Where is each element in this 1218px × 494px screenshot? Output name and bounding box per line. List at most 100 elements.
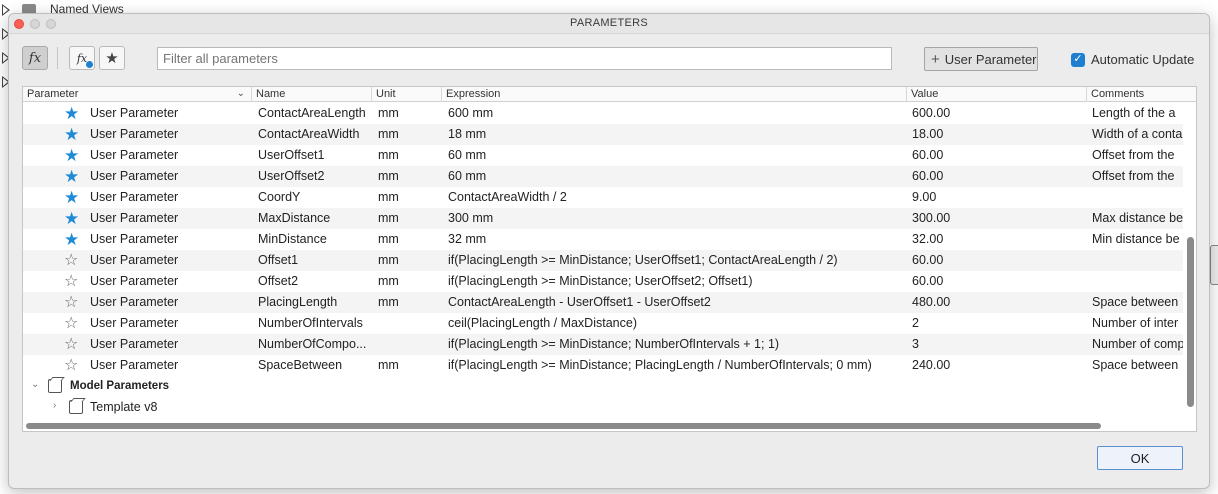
expression-cell[interactable]: if(PlacingLength >= MinDistance; NumberO… — [448, 334, 908, 355]
star-outline-icon[interactable]: ☆ — [64, 357, 78, 374]
vertical-scrollbar[interactable] — [1187, 237, 1194, 407]
unit-cell[interactable]: mm — [378, 103, 438, 124]
unit-cell[interactable]: mm — [378, 355, 438, 376]
table-row[interactable]: ☆ User Parameter NumberOfCompo... if(Placin… — [23, 334, 1183, 355]
column-header-unit[interactable]: Unit — [372, 87, 442, 102]
add-user-parameter-button[interactable]: + User Parameter — [924, 47, 1038, 71]
star-filled-icon[interactable]: ★ — [64, 189, 79, 206]
expression-cell[interactable]: ContactAreaLength - UserOffset1 - UserOf… — [448, 292, 908, 313]
name-cell[interactable]: NumberOfCompo... — [258, 334, 370, 355]
favorites-filter-button[interactable]: ★ — [99, 46, 125, 70]
unit-cell[interactable]: mm — [378, 145, 438, 166]
name-cell[interactable]: UserOffset1 — [258, 145, 370, 166]
unit-cell[interactable]: mm — [378, 271, 438, 292]
comments-cell[interactable] — [1092, 250, 1183, 271]
table-row[interactable]: ★ User Parameter ContactAreaLength mm 600 mm… — [23, 103, 1183, 124]
expression-cell[interactable]: ContactAreaWidth / 2 — [448, 187, 908, 208]
comments-cell[interactable]: Number of comp — [1092, 334, 1183, 355]
name-cell[interactable]: CoordY — [258, 187, 370, 208]
column-header-expression[interactable]: Expression — [442, 87, 907, 102]
comments-cell[interactable]: Min distance be — [1092, 229, 1183, 250]
star-outline-icon[interactable]: ☆ — [64, 252, 78, 269]
unit-cell[interactable]: mm — [378, 250, 438, 271]
name-cell[interactable]: UserOffset2 — [258, 166, 370, 187]
comments-cell[interactable]: Width of a conta — [1092, 124, 1183, 145]
name-cell[interactable]: Offset2 — [258, 271, 370, 292]
expression-cell[interactable]: 18 mm — [448, 124, 908, 145]
automatic-update-toggle[interactable]: ✓ Automatic Update — [1071, 52, 1194, 67]
name-cell[interactable]: ContactAreaLength — [258, 103, 370, 124]
value-cell: 60.00 — [912, 148, 944, 162]
column-header-value[interactable]: Value — [907, 87, 1087, 102]
comments-cell[interactable]: Offset from the — [1092, 145, 1183, 166]
ok-button[interactable]: OK — [1097, 446, 1183, 470]
expression-cell[interactable]: 300 mm — [448, 208, 908, 229]
table-row[interactable]: ☆ User Parameter Offset2 mm if(PlacingLength… — [23, 271, 1183, 292]
table-row[interactable]: ☆ User Parameter NumberOfIntervals ceil(Pla… — [23, 313, 1183, 334]
table-row[interactable]: ★ User Parameter UserOffset2 mm 60 mm 60.00 Of… — [23, 166, 1183, 187]
unit-cell[interactable]: mm — [378, 208, 438, 229]
table-row[interactable]: ★ User Parameter MinDistance mm 32 mm 32.00 Mi… — [23, 229, 1183, 250]
chevron-down-icon[interactable]: ⌄ — [31, 379, 39, 390]
comments-cell[interactable] — [1092, 187, 1183, 208]
name-cell[interactable]: SpaceBetween — [258, 355, 370, 376]
star-filled-icon[interactable]: ★ — [64, 168, 79, 185]
comments-cell[interactable]: Number of inter — [1092, 313, 1183, 334]
expression-cell[interactable]: 32 mm — [448, 229, 908, 250]
table-row[interactable]: ★ User Parameter UserOffset1 mm 60 mm 60.00 Of… — [23, 145, 1183, 166]
unit-cell[interactable]: mm — [378, 187, 438, 208]
chevron-down-icon[interactable]: ⌄ — [237, 87, 245, 101]
unit-cell[interactable]: mm — [378, 124, 438, 145]
expression-cell[interactable]: 600 mm — [448, 103, 908, 124]
expression-cell[interactable]: 60 mm — [448, 166, 908, 187]
table-row[interactable]: ★ User Parameter ContactAreaWidth mm 18 mm 18… — [23, 124, 1183, 145]
unit-cell[interactable] — [378, 313, 438, 334]
chevron-right-icon[interactable]: › — [53, 400, 56, 411]
expression-cell[interactable]: if(PlacingLength >= MinDistance; Placing… — [448, 355, 908, 376]
comments-cell[interactable]: Length of the a — [1092, 103, 1183, 124]
unit-cell[interactable]: mm — [378, 229, 438, 250]
column-header-name[interactable]: Name — [252, 87, 372, 102]
horizontal-scrollbar[interactable] — [26, 423, 1101, 429]
expression-cell[interactable]: 60 mm — [448, 145, 908, 166]
unit-cell[interactable] — [378, 334, 438, 355]
column-header-parameter[interactable]: Parameter ⌄ — [23, 87, 252, 102]
template-component-row[interactable]: › Template v8 — [23, 397, 1183, 418]
comments-cell[interactable] — [1092, 271, 1183, 292]
expression-cell[interactable]: if(PlacingLength >= MinDistance; UserOff… — [448, 250, 908, 271]
name-cell[interactable]: PlacingLength — [258, 292, 370, 313]
star-outline-icon[interactable]: ☆ — [64, 294, 78, 311]
name-cell[interactable]: MaxDistance — [258, 208, 370, 229]
user-parameters-filter-button[interactable]: fx — [69, 46, 95, 70]
expression-cell[interactable]: if(PlacingLength >= MinDistance; UserOff… — [448, 271, 908, 292]
star-filled-icon[interactable]: ★ — [64, 147, 79, 164]
star-outline-icon[interactable]: ☆ — [64, 315, 78, 332]
table-row[interactable]: ☆ User Parameter PlacingLength mm ContactAre… — [23, 292, 1183, 313]
table-row[interactable]: ☆ User Parameter Offset1 mm if(PlacingLength… — [23, 250, 1183, 271]
column-header-comments[interactable]: Comments — [1087, 87, 1196, 102]
name-cell[interactable]: NumberOfIntervals — [258, 313, 370, 334]
unit-cell[interactable]: mm — [378, 166, 438, 187]
model-parameters-group[interactable]: ⌄ Model Parameters — [23, 376, 1183, 397]
star-outline-icon[interactable]: ☆ — [64, 336, 78, 353]
name-cell[interactable]: MinDistance — [258, 229, 370, 250]
comments-cell[interactable]: Max distance be — [1092, 208, 1183, 229]
comments-cell[interactable]: Space between — [1092, 292, 1183, 313]
table-row[interactable]: ★ User Parameter MaxDistance mm 300 mm 300.00… — [23, 208, 1183, 229]
name-cell[interactable]: Offset1 — [258, 250, 370, 271]
star-filled-icon[interactable]: ★ — [64, 105, 79, 122]
table-row[interactable]: ☆ User Parameter SpaceBetween mm if(PlacingL… — [23, 355, 1183, 376]
comments-cell[interactable]: Offset from the — [1092, 166, 1183, 187]
star-filled-icon[interactable]: ★ — [64, 126, 79, 143]
comments-cell[interactable]: Space between — [1092, 355, 1183, 376]
expression-cell[interactable]: ceil(PlacingLength / MaxDistance) — [448, 313, 908, 334]
all-parameters-filter-button[interactable]: fx — [22, 46, 48, 70]
name-cell[interactable]: ContactAreaWidth — [258, 124, 370, 145]
star-filled-icon[interactable]: ★ — [64, 231, 79, 248]
table-row[interactable]: ★ User Parameter CoordY mm ContactAreaWidth … — [23, 187, 1183, 208]
star-outline-icon[interactable]: ☆ — [64, 273, 78, 290]
filter-parameters-input[interactable] — [157, 47, 892, 70]
unit-cell[interactable]: mm — [378, 292, 438, 313]
star-filled-icon[interactable]: ★ — [64, 210, 79, 227]
checkmark-icon[interactable]: ✓ — [1071, 52, 1085, 67]
